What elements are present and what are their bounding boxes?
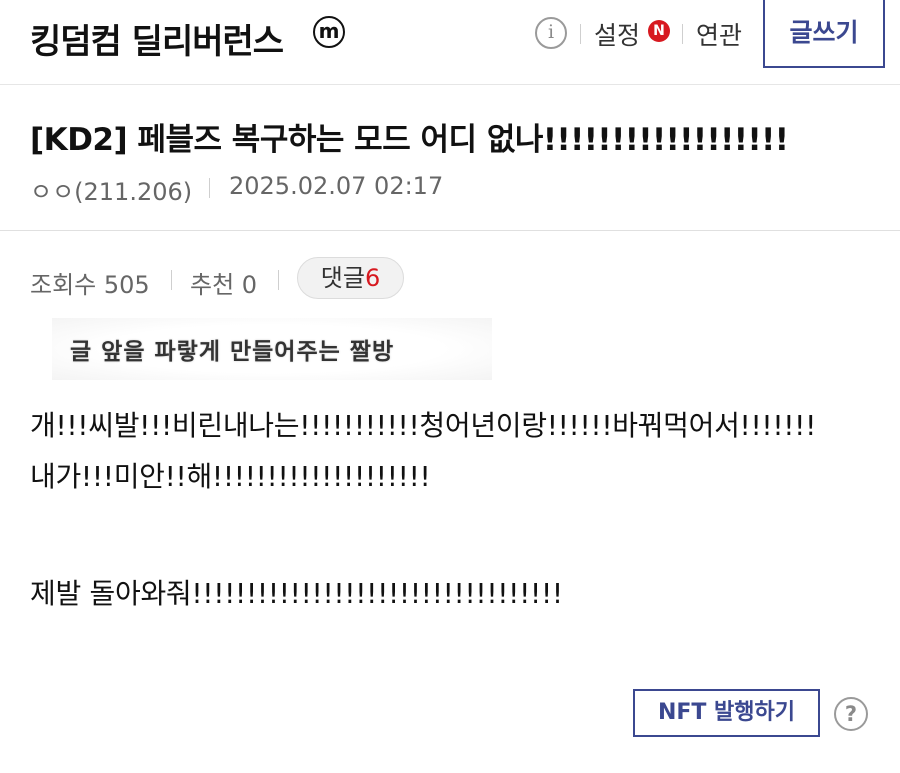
meta-divider [209,178,210,198]
post-page: 킹덤컴 딜리버런스 m i 설정 N 연관 글쓰기 [KD2] 페블즈 복구하는… [0,0,900,773]
view-count: 조회수 505 [30,271,150,299]
stats-divider [171,270,172,290]
body-line: 내가!!!미안!!해!!!!!!!!!!!!!!!!!!!! [30,460,431,493]
comments-label: 댓글 [320,264,365,292]
gallery-header: 킹덤컴 딜리버런스 m i 설정 N 연관 글쓰기 [0,0,900,85]
body-line: 제발 돌아와줘!!!!!!!!!!!!!!!!!!!!!!!!!!!!!!!!!… [30,577,563,610]
comments-count: 6 [364,264,381,292]
related-button[interactable]: 연관 [696,16,742,52]
header-divider [682,24,683,44]
caption-image: 글 앞을 파랗게 만들어주는 짤방 [52,318,492,380]
post-date: 2025.02.07 02:17 [229,172,444,200]
comments-button[interactable]: 댓글6 [297,257,404,299]
post-title: [KD2] 페블즈 복구하는 모드 어디 없나!!!!!!!!!!!!!!!!!… [30,122,789,158]
stats-divider [278,270,279,290]
post-author[interactable]: ㅇㅇ(211.206) [30,172,192,207]
info-icon[interactable]: i [535,17,567,49]
help-icon[interactable]: ? [834,697,868,731]
caption-image-text: 글 앞을 파랗게 만들어주는 짤방 [70,339,395,365]
header-divider [580,24,581,44]
new-badge-icon: N [648,20,670,42]
settings-button[interactable]: 설정 [594,16,640,52]
body-line: 개!!!씨발!!!비린내나는!!!!!!!!!!!청어년이랑!!!!!!바꿔먹어… [30,409,817,442]
minor-gallery-badge-icon: m [313,16,345,48]
nft-mint-button[interactable]: NFT 발행하기 [633,689,820,737]
recommend-count: 추천 0 [190,271,258,299]
section-divider [0,230,900,231]
gallery-title[interactable]: 킹덤컴 딜리버런스 [30,14,284,63]
write-post-button[interactable]: 글쓰기 [763,0,885,68]
